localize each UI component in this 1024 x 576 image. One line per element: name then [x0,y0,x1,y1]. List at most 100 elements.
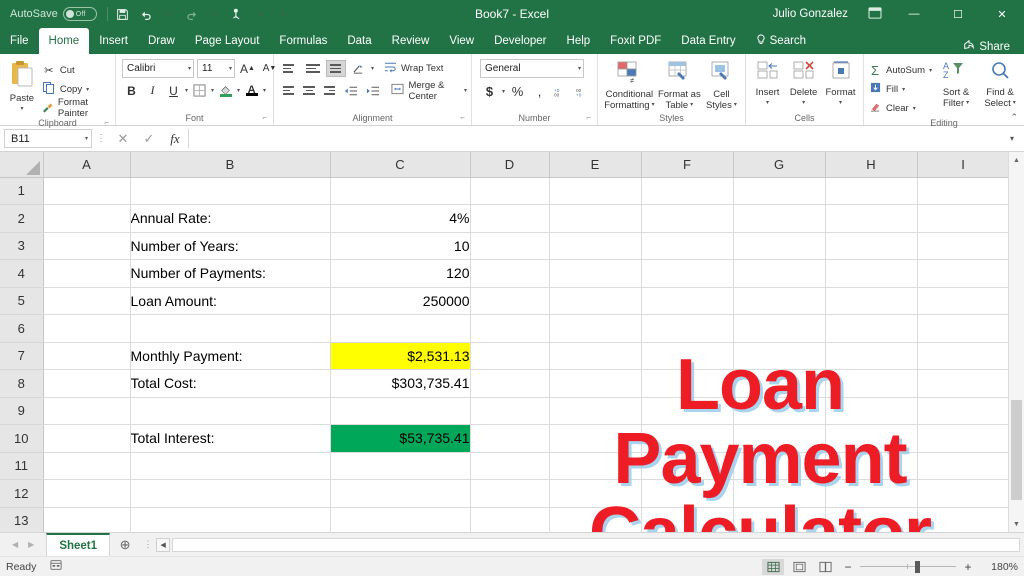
cell-G9[interactable] [733,397,826,425]
cell-I8[interactable] [917,369,1010,398]
clipboard-dialog-launcher[interactable]: ⌐ [104,116,109,129]
cell-G8[interactable] [733,369,826,398]
font-dialog-launcher[interactable]: ⌐ [262,111,267,124]
column-header-B[interactable]: B [130,152,331,178]
cell-I1[interactable] [917,177,1010,205]
cell-G6[interactable] [733,314,826,343]
align-right-button[interactable] [321,82,338,99]
touch-mode-dropdown-icon[interactable]: ▾ [250,3,272,25]
zoom-slider-handle[interactable] [915,560,920,573]
cell-G13[interactable] [733,507,826,532]
cell-B4[interactable]: Number of Payments: [130,259,331,288]
name-box[interactable]: B11 ▾ [4,129,92,148]
increase-decimal-icon[interactable]: +0 00 [552,82,571,101]
cell-F6[interactable] [641,314,734,343]
row-header-3[interactable]: 3 [0,232,44,260]
cell-I10[interactable] [917,424,1010,453]
cut-button[interactable]: ✂ Cut [42,61,111,79]
paste-button[interactable]: Paste ▾ [4,59,40,115]
cell-C1[interactable] [330,177,471,205]
delete-cells-dropdown-icon[interactable]: ▾ [802,98,805,109]
row-header-2[interactable]: 2 [0,204,44,233]
row-header-12[interactable]: 12 [0,479,44,508]
cell-A7[interactable] [43,342,131,370]
align-top-button[interactable] [280,60,300,77]
cell-C9[interactable] [330,397,471,425]
row-header-1[interactable]: 1 [0,177,44,205]
page-layout-view-icon[interactable] [788,559,810,575]
autosave-toggle[interactable]: AutoSave Off [6,7,103,21]
autosum-button[interactable]: Σ AutoSum ▾ [868,61,932,79]
delete-cells-button[interactable]: Delete ▾ [785,59,822,109]
tab-data[interactable]: Data [337,28,381,54]
cell-A3[interactable] [43,232,131,260]
cell-I3[interactable] [917,232,1010,260]
scroll-up-icon[interactable]: ▲ [1009,152,1024,168]
orientation-dropdown-icon[interactable]: ▾ [371,65,374,72]
cell-H2[interactable] [825,204,918,233]
cell-G1[interactable] [733,177,826,205]
undo-dropdown-icon[interactable]: ▾ [158,3,180,25]
zoom-out-button[interactable]: − [840,560,856,574]
font-color-icon[interactable]: A [242,81,261,100]
underline-dropdown-icon[interactable]: ▾ [185,87,188,94]
currency-dropdown-icon[interactable]: ▾ [502,88,505,95]
cell-D3[interactable] [470,232,550,260]
zoom-slider[interactable] [860,560,956,574]
cell-F13[interactable] [641,507,734,532]
merge-center-button[interactable]: Merge & Center ▾ [391,80,467,102]
cell-G11[interactable] [733,452,826,480]
cell-styles-dropdown-icon[interactable]: ▾ [734,100,737,111]
cell-I9[interactable] [917,397,1010,425]
tab-file[interactable]: File [0,28,39,54]
tab-help[interactable]: Help [557,28,601,54]
cell-B7[interactable]: Monthly Payment: [130,342,331,370]
cell-A6[interactable] [43,314,131,343]
cell-B3[interactable]: Number of Years: [130,232,331,260]
column-header-C[interactable]: C [330,152,471,178]
cell-G5[interactable] [733,287,826,315]
tab-formulas[interactable]: Formulas [269,28,337,54]
insert-function-icon[interactable]: fx [162,131,188,147]
cell-F8[interactable] [641,369,734,398]
font-size-dropdown-icon[interactable]: ▾ [229,65,232,72]
cell-D9[interactable] [470,397,550,425]
cell-A4[interactable] [43,259,131,288]
format-as-table-button[interactable]: Format as Table ▾ [657,59,702,111]
undo-icon[interactable] [135,3,157,25]
format-cells-button[interactable]: Format ▾ [822,59,859,109]
accessibility-icon[interactable] [50,559,62,574]
cell-F11[interactable] [641,452,734,480]
wrap-text-button[interactable]: Wrap Text [383,60,443,78]
maximize-button[interactable]: ☐ [936,0,980,28]
tab-data-entry[interactable]: Data Entry [671,28,745,54]
find-select-button[interactable]: Find & Select ▾ [980,59,1020,109]
touch-mode-icon[interactable] [227,3,249,25]
format-cells-dropdown-icon[interactable]: ▾ [839,98,842,109]
conditional-formatting-button[interactable]: ≠ Conditional Formatting ▾ [602,59,657,111]
fill-color-icon[interactable] [216,81,235,100]
cell-C8[interactable]: $303,735.41 [330,369,471,398]
cell-C2[interactable]: 4% [330,204,471,233]
cell-E4[interactable] [549,259,642,288]
cell-G7[interactable] [733,342,826,370]
column-header-G[interactable]: G [733,152,826,178]
cell-G2[interactable] [733,204,826,233]
cell-F12[interactable] [641,479,734,508]
row-header-4[interactable]: 4 [0,259,44,288]
cell-C13[interactable] [330,507,471,532]
number-dialog-launcher[interactable]: ⌐ [586,111,591,124]
cell-B9[interactable] [130,397,331,425]
cell-D7[interactable] [470,342,550,370]
cell-B8[interactable]: Total Cost: [130,369,331,398]
cell-A9[interactable] [43,397,131,425]
alignment-dialog-launcher[interactable]: ⌐ [460,111,465,124]
cell-D1[interactable] [470,177,550,205]
cell-G4[interactable] [733,259,826,288]
paste-dropdown-icon[interactable]: ▾ [20,104,23,115]
share-button[interactable]: Share [957,39,1016,54]
tab-review[interactable]: Review [382,28,440,54]
currency-format-button[interactable]: $ [480,82,499,101]
row-header-9[interactable]: 9 [0,397,44,425]
cell-H6[interactable] [825,314,918,343]
